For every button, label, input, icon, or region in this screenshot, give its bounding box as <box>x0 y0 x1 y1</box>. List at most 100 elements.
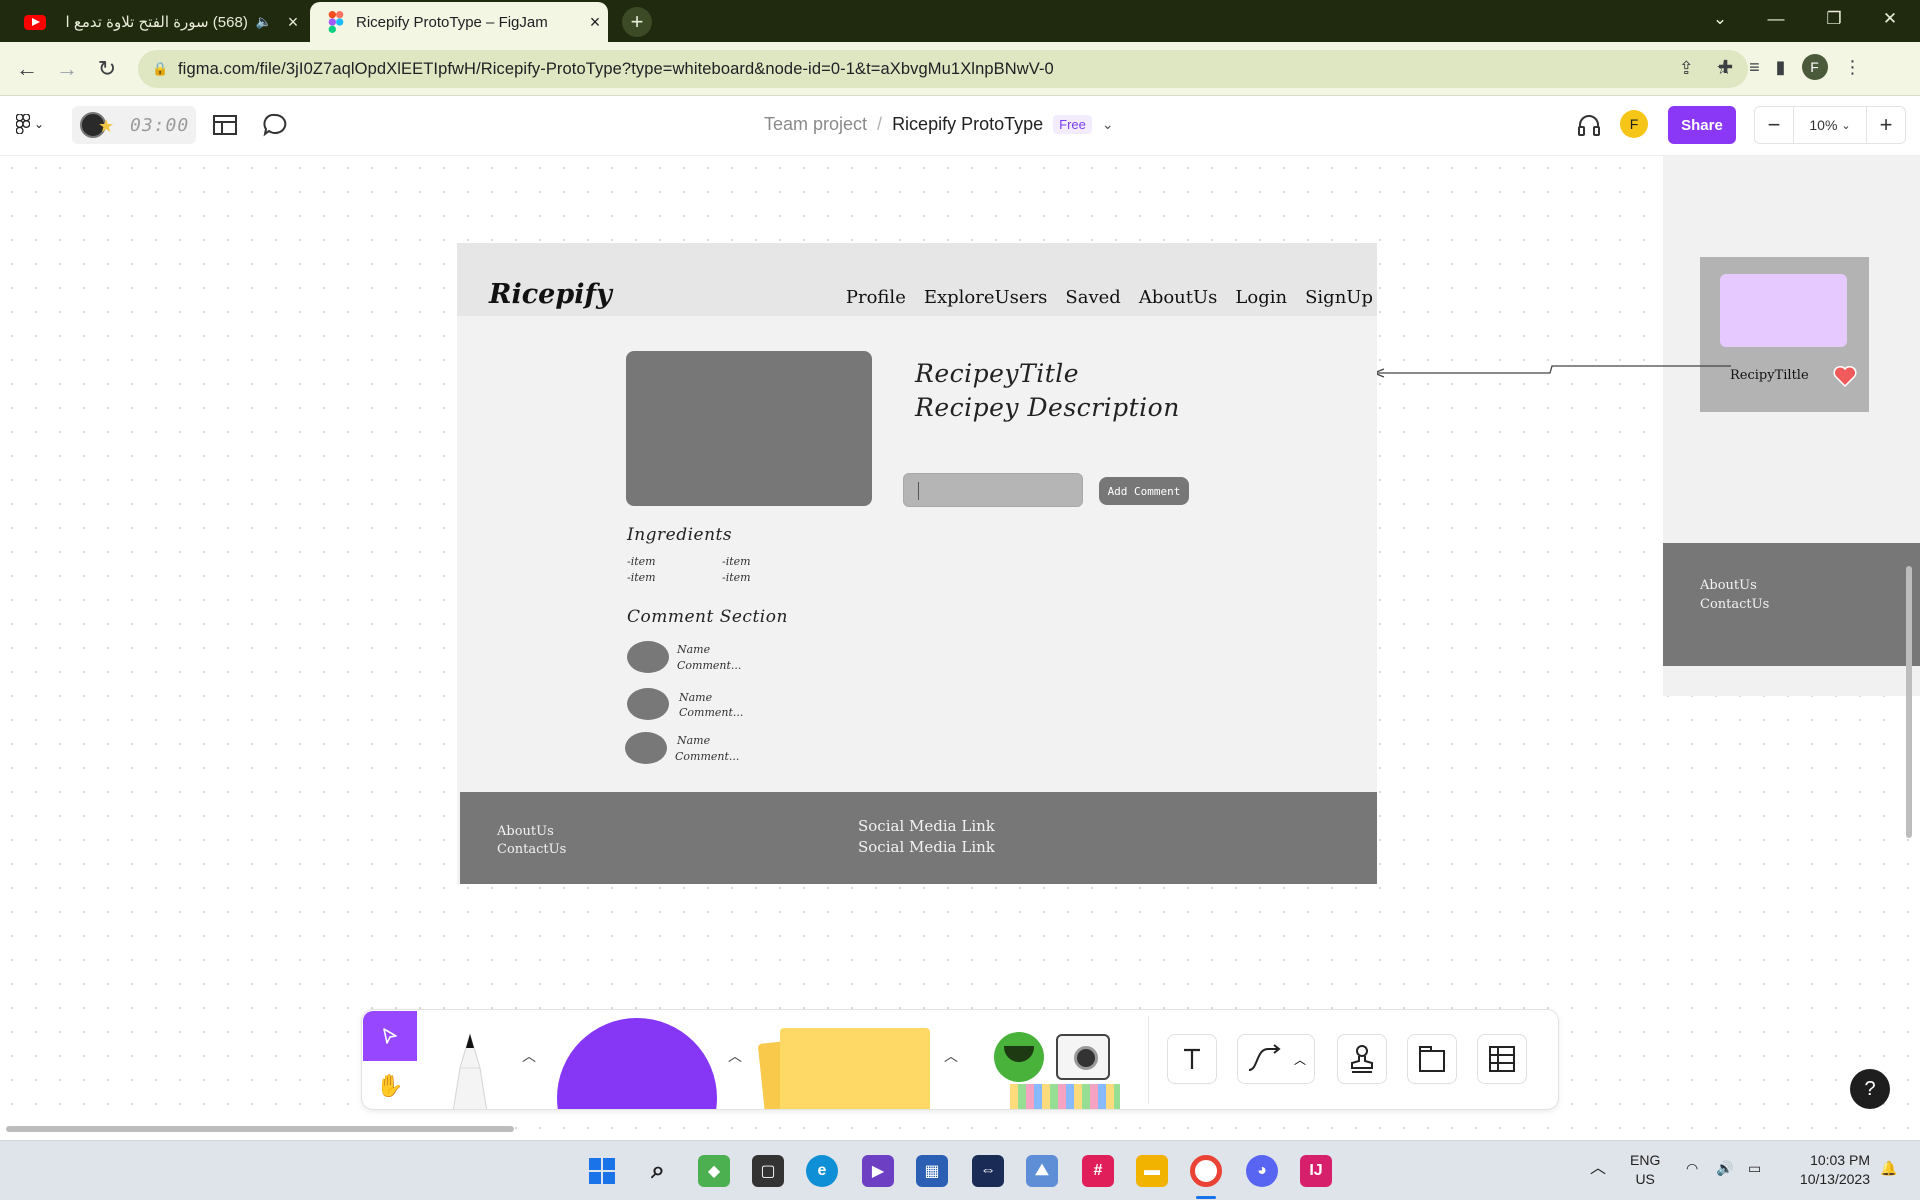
nav-saved[interactable]: Saved <box>1065 287 1120 308</box>
share-button[interactable]: Share <box>1668 106 1736 144</box>
new-tab-button[interactable]: + <box>622 7 652 37</box>
chevron-down-icon[interactable]: ⌄ <box>1102 116 1114 133</box>
tab-search-chevron-icon[interactable]: ⌄ <box>1696 0 1744 38</box>
chevron-up-icon[interactable]: ︿ <box>728 1046 742 1066</box>
stickers-tool[interactable] <box>1010 1084 1120 1109</box>
back-icon[interactable]: ← <box>12 54 42 84</box>
nav-explore-users[interactable]: ExploreUsers <box>924 287 1048 308</box>
figma-menu[interactable]: ⌄ <box>16 114 44 134</box>
chrome-icon[interactable] <box>1190 1155 1222 1187</box>
clock[interactable]: 10:03 PM 10/13/2023 <box>1790 1151 1870 1189</box>
hand-tool[interactable]: ✋ <box>363 1061 417 1109</box>
zoom-out-button[interactable]: − <box>1755 112 1793 138</box>
horizontal-scrollbar[interactable] <box>6 1126 514 1132</box>
wifi-icon[interactable]: ◠ <box>1686 1159 1698 1178</box>
timer-widget[interactable]: ★ 03:00 <box>72 106 196 144</box>
text-tool[interactable] <box>1167 1034 1217 1084</box>
language-indicator[interactable]: ENG US <box>1630 1151 1660 1189</box>
nav-sign-up[interactable]: SignUp <box>1305 287 1373 308</box>
side-frame-scrollbar[interactable] <box>1906 566 1912 838</box>
media-queue-icon[interactable]: ≡ <box>1749 57 1760 78</box>
recipe-card[interactable]: RecipyTiltle <box>1700 257 1869 412</box>
photos-icon[interactable]: ⛰ <box>1026 1155 1058 1187</box>
comment-avatar <box>625 732 667 764</box>
close-tab-icon[interactable]: × <box>582 12 608 33</box>
reload-icon[interactable]: ↻ <box>92 54 122 84</box>
side-panel-icon[interactable]: ▮ <box>1776 57 1786 78</box>
visual-studio-icon[interactable]: ▶ <box>862 1155 894 1187</box>
section-tool[interactable] <box>1407 1034 1457 1084</box>
edge-icon[interactable]: e <box>806 1155 838 1187</box>
site-logo: Ricepify <box>489 279 612 310</box>
restore-icon[interactable]: ❐ <box>1810 0 1858 38</box>
tab-youtube[interactable]: (568) سورة الفتح تلاوة تدمع ا 🔈 × <box>6 2 306 42</box>
timer-value: 03:00 <box>130 114 190 136</box>
nav-profile[interactable]: Profile <box>846 287 906 308</box>
whiteboard-canvas[interactable]: RecipyTiltle AboutUs ContactUs Ricepify … <box>0 156 1920 1140</box>
battery-icon[interactable]: ▭ <box>1748 1159 1761 1178</box>
help-button[interactable]: ? <box>1850 1069 1890 1109</box>
lock-icon[interactable]: 🔒 <box>152 61 168 77</box>
search-icon[interactable]: ⌕ <box>642 1155 674 1187</box>
minimize-icon[interactable]: — <box>1752 0 1800 38</box>
page-frame[interactable]: Ricepify Profile ExploreUsers Saved Abou… <box>457 243 1377 884</box>
chevron-up-icon[interactable]: ︿ <box>522 1046 536 1066</box>
select-tool[interactable] <box>363 1011 417 1061</box>
copilot-icon[interactable]: ◆ <box>698 1155 730 1187</box>
file-explorer-icon[interactable]: ▬ <box>1136 1155 1168 1187</box>
layout-panel-icon[interactable] <box>212 112 238 138</box>
connector-tool[interactable]: ︿ <box>1237 1034 1315 1084</box>
zoom-level-dropdown[interactable]: 10% ⌄ <box>1793 107 1867 143</box>
chevron-up-icon[interactable]: ︿ <box>1590 1159 1606 1178</box>
profile-avatar[interactable]: F <box>1801 54 1828 80</box>
comment-section-heading: Comment Section <box>627 607 788 627</box>
heart-icon[interactable] <box>1833 365 1857 387</box>
notification-bell-icon[interactable]: 🔔 <box>1880 1159 1897 1178</box>
chevron-up-icon[interactable]: ︿ <box>1294 1051 1306 1068</box>
ingredient-item: -item <box>627 555 656 568</box>
comment-input[interactable] <box>903 473 1083 507</box>
zoom-in-button[interactable]: + <box>1867 112 1905 138</box>
close-window-icon[interactable]: ✕ <box>1866 0 1914 38</box>
connector-line-icon <box>1248 1044 1281 1071</box>
url-field[interactable]: 🔒 figma.com/file/3jI0Z7aqlOpdXlEETIpfwH/… <box>138 50 1748 88</box>
shape-tool[interactable] <box>557 1018 717 1109</box>
browser-menu-icon[interactable]: ⋮ <box>1844 57 1862 78</box>
forward-icon[interactable]: → <box>52 54 82 84</box>
share-page-icon[interactable]: ⇪ <box>1679 58 1694 79</box>
add-comment-button[interactable]: Add Comment <box>1099 477 1189 505</box>
intellij-icon[interactable]: IJ <box>1300 1155 1332 1187</box>
clock-time: 10:03 PM <box>1810 1152 1870 1168</box>
slack-icon[interactable]: # <box>1082 1155 1114 1187</box>
table-tool[interactable] <box>1477 1034 1527 1084</box>
breadcrumb-team[interactable]: Team project <box>764 114 867 135</box>
comment-avatar <box>627 688 669 720</box>
chevron-up-icon[interactable]: ︿ <box>944 1046 958 1066</box>
marker-tool[interactable] <box>442 1028 498 1110</box>
zoom-level: 10% <box>1809 117 1838 133</box>
teamviewer-icon[interactable]: ⇔ <box>972 1155 1004 1187</box>
discord-icon[interactable]: ◕ <box>1246 1155 1278 1187</box>
user-avatar[interactable]: F <box>1620 110 1648 138</box>
tab-figjam[interactable]: Ricepify ProtoType – FigJam × <box>310 2 608 42</box>
close-tab-icon[interactable]: × <box>280 12 306 33</box>
windows-start-icon[interactable] <box>586 1155 618 1187</box>
star-icon: ★ <box>98 116 115 136</box>
task-view-icon[interactable]: ▢ <box>752 1155 784 1187</box>
file-name[interactable]: Ricepify ProtoType <box>892 114 1043 135</box>
sticker-monster-icon[interactable] <box>994 1032 1044 1082</box>
comment-icon[interactable] <box>262 112 288 138</box>
speaker-icon[interactable]: 🔈 <box>256 14 272 30</box>
sticky-note-tool[interactable] <box>780 1028 930 1109</box>
ingredient-item: -item <box>722 555 751 568</box>
address-bar: ← → ↻ 🔒 figma.com/file/3jI0Z7aqlOpdXlEET… <box>0 42 1920 96</box>
nav-about-us[interactable]: AboutUs <box>1139 287 1218 308</box>
stamp-tool[interactable] <box>1337 1034 1387 1084</box>
sticker-camera-icon[interactable] <box>1056 1034 1110 1080</box>
volume-icon[interactable]: 🔊 <box>1716 1159 1733 1178</box>
extensions-puzzle-icon[interactable]: ✚ <box>1718 57 1733 78</box>
nav-login[interactable]: Login <box>1235 287 1287 308</box>
store-icon[interactable]: ▦ <box>916 1155 948 1187</box>
dock-divider <box>1148 1016 1149 1104</box>
headphones-icon[interactable] <box>1576 112 1602 138</box>
